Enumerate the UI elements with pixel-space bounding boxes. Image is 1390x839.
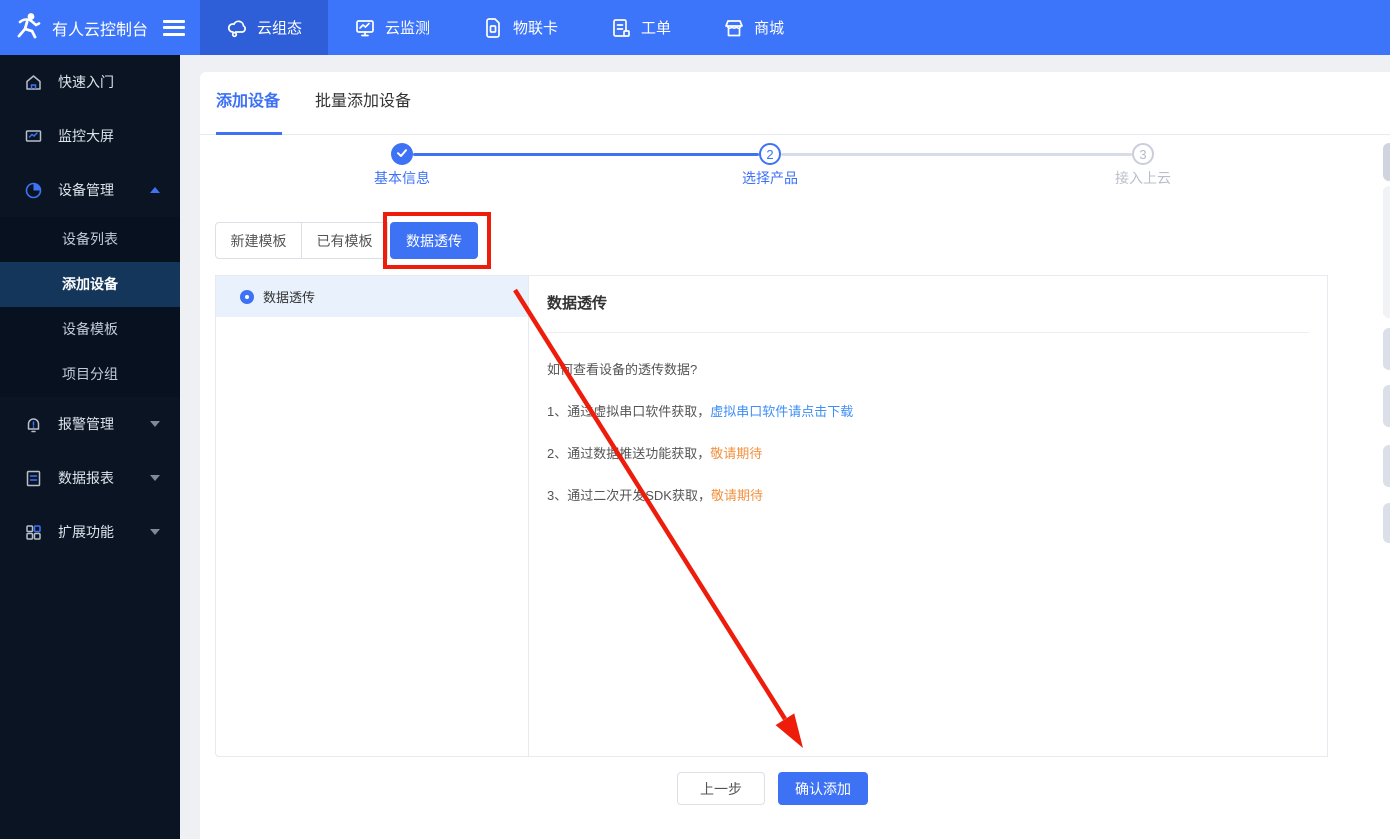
detail-panel: 数据透传 如何查看设备的透传数据? 1、通过虚拟串口软件获取，虚拟串口软件请点击… (529, 276, 1327, 756)
monitor-chart-icon (354, 17, 376, 39)
menu-icon[interactable] (163, 19, 186, 36)
sidebar: 快速入门 监控大屏 设备管理 设备列表 添加设备 设备模板 项目分组 报警管理 … (0, 55, 180, 839)
option-list-panel: 数据透传 (216, 276, 529, 756)
store-icon (723, 17, 745, 39)
side-toolbar-pill[interactable] (1383, 385, 1390, 427)
detail-question: 如何查看设备的透传数据? (547, 362, 698, 377)
scrollbar-thumb[interactable] (1383, 143, 1390, 181)
confirm-add-button[interactable]: 确认添加 (778, 772, 868, 805)
sidebar-item-quick-start[interactable]: 快速入门 (0, 55, 180, 109)
topnav-item-mall[interactable]: 商城 (697, 0, 810, 55)
detail-item-2: 2、通过数据推送功能获取，敬请期待 (547, 446, 763, 461)
brand-area: 有人云控制台 (0, 0, 200, 55)
sim-card-icon (482, 17, 504, 39)
step-connector-pending (781, 153, 1132, 156)
device-management-icon (24, 181, 43, 200)
scrollbar-track (1383, 186, 1390, 318)
sidebar-item-device-list[interactable]: 设备列表 (0, 217, 180, 262)
step-1-label: 基本信息 (374, 170, 430, 186)
step-2-label: 选择产品 (742, 170, 798, 186)
brand-logo-icon (13, 10, 43, 45)
topnav-item-cloud-monitor[interactable]: 云监测 (328, 0, 456, 55)
passthrough-panels: 数据透传 数据透传 如何查看设备的透传数据? 1、通过虚拟串口软件获取，虚拟串口… (215, 275, 1328, 757)
device-management-submenu: 设备列表 添加设备 设备模板 项目分组 (0, 217, 180, 397)
cloud-icon (226, 17, 248, 39)
check-icon (396, 147, 408, 162)
chevron-down-icon (150, 529, 160, 535)
brand-title: 有人云控制台 (52, 21, 149, 39)
work-order-icon (610, 17, 632, 39)
side-toolbar-pill[interactable] (1383, 445, 1390, 487)
radio-selected-icon[interactable] (240, 289, 254, 304)
coming-soon-label: 敬请期待 (710, 446, 763, 461)
chevron-up-icon (150, 187, 160, 193)
detail-title: 数据透传 (547, 276, 1309, 333)
side-toolbar-pill[interactable] (1383, 328, 1390, 370)
tab-batch-add-device[interactable]: 批量添加设备 (315, 72, 411, 135)
grid-apps-icon (24, 523, 43, 542)
sidebar-item-alarm-management[interactable]: 报警管理 (0, 397, 180, 451)
previous-step-button[interactable]: 上一步 (677, 772, 765, 805)
annotation-rectangle (383, 212, 491, 269)
step-connector-done (413, 153, 759, 156)
sidebar-item-monitor-screen[interactable]: 监控大屏 (0, 109, 180, 163)
page-tabs: 添加设备 批量添加设备 (200, 72, 1390, 135)
report-icon (24, 469, 43, 488)
template-tab-new-template[interactable]: 新建模板 (215, 222, 302, 259)
step-1-circle (391, 143, 413, 165)
option-row-data-passthrough[interactable]: 数据透传 (216, 276, 528, 317)
active-tab-underline (216, 132, 282, 135)
sidebar-item-project-group[interactable]: 项目分组 (0, 352, 180, 397)
detail-item-1: 1、通过虚拟串口软件获取，虚拟串口软件请点击下载 (547, 404, 854, 419)
step-2-circle: 2 (759, 143, 781, 165)
sidebar-item-device-management[interactable]: 设备管理 (0, 163, 180, 217)
main-content-card: 添加设备 批量添加设备 2 3 基本信息 选择产品 接入上云 新建模板 已有模板… (200, 72, 1390, 839)
detail-item-3: 3、通过二次开发SDK获取，敬请期待 (547, 488, 763, 503)
step-3-label: 接入上云 (1115, 170, 1171, 186)
template-tab-existing-template[interactable]: 已有模板 (301, 222, 388, 259)
topnav-item-work-order[interactable]: 工单 (584, 0, 697, 55)
chevron-down-icon (150, 421, 160, 427)
sidebar-item-device-template[interactable]: 设备模板 (0, 307, 180, 352)
home-icon (24, 73, 43, 92)
chevron-down-icon (150, 475, 160, 481)
sidebar-item-add-device[interactable]: 添加设备 (0, 262, 180, 307)
download-virtual-serial-link[interactable]: 虚拟串口软件请点击下载 (710, 404, 853, 419)
side-toolbar-pill[interactable] (1383, 503, 1390, 543)
topbar: 有人云控制台 云组态 云监测 物联卡 工单 商城 (0, 0, 1390, 55)
big-screen-icon (24, 127, 43, 146)
coming-soon-label: 敬请期待 (710, 488, 763, 503)
topnav-item-iot-card[interactable]: 物联卡 (456, 0, 584, 55)
topnav-item-cloud-scada[interactable]: 云组态 (200, 0, 329, 55)
topnav: 云组态 云监测 物联卡 工单 商城 (200, 0, 810, 55)
sidebar-item-data-report[interactable]: 数据报表 (0, 451, 180, 505)
step-3-circle: 3 (1132, 143, 1154, 165)
sidebar-item-extensions[interactable]: 扩展功能 (0, 505, 180, 559)
tab-add-device[interactable]: 添加设备 (216, 72, 280, 135)
alarm-bell-icon (24, 415, 43, 434)
